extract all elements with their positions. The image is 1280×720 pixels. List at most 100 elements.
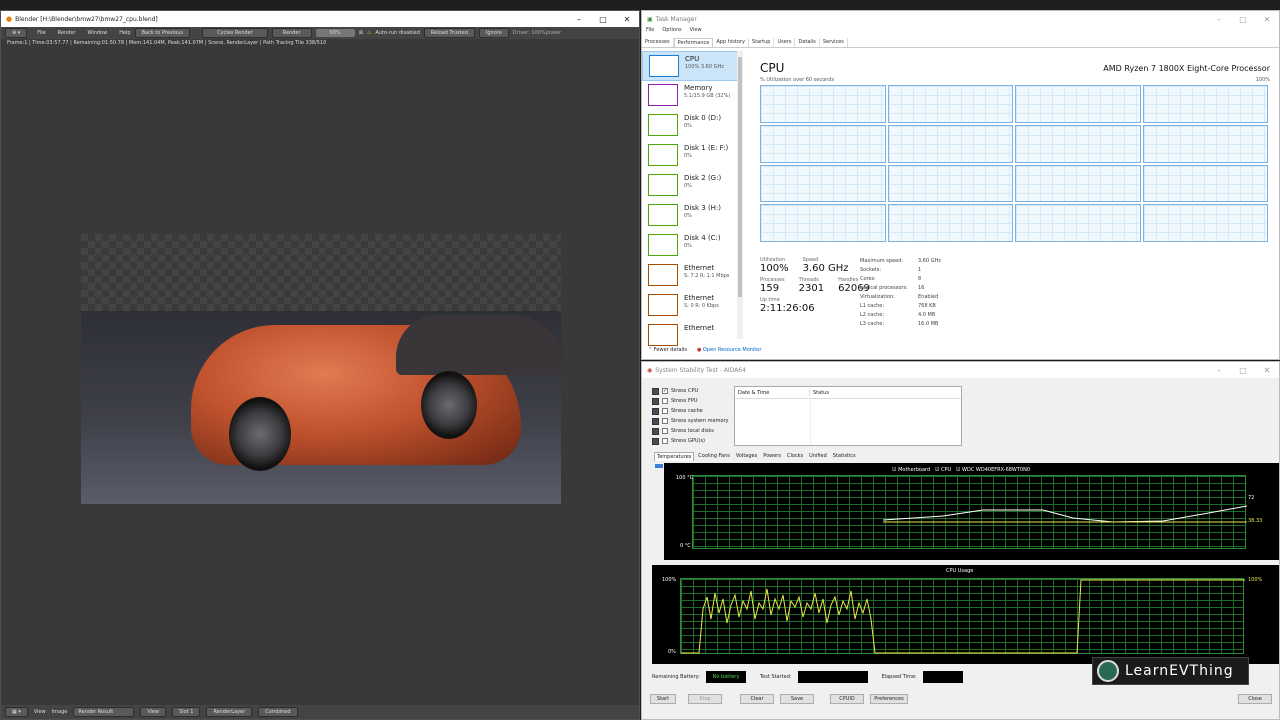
logical-processor-graph [760,204,886,242]
cpu-usage-line [681,579,1245,654]
render-layer-select[interactable]: RenderLayer [206,707,253,717]
close-icon[interactable]: ✕ [615,11,639,27]
maximize-icon[interactable]: □ [1231,11,1255,27]
processes-value: 159 [760,283,780,294]
tab-details[interactable]: Details [795,38,820,47]
menu-window[interactable]: Window [87,30,107,36]
taskmgr-titlebar[interactable]: ▣ Task Manager – □ ✕ [642,11,1279,27]
tab-users[interactable]: Users [774,38,796,47]
resource-item[interactable]: Disk 0 (D:) 0% [642,111,742,141]
blender-titlebar[interactable]: ● Blender [H:\Blender\bmw27\bmw27_cpu.bl… [1,11,639,27]
sensor-tab[interactable]: Unified [807,452,829,461]
stress-checkbox[interactable]: ✓ [662,388,668,394]
resource-item[interactable]: CPU 100% 3.60 GHz [642,51,742,81]
maximize-icon[interactable]: □ [591,11,615,27]
stress-checkbox[interactable] [662,418,668,424]
sensor-tab[interactable]: Clocks [785,452,805,461]
tab-startup[interactable]: Startup [749,38,775,47]
menu-view[interactable]: View [34,709,46,715]
menu-view[interactable]: View [690,27,702,33]
resource-scrollbar[interactable] [737,51,743,339]
stress-option[interactable]: ✓ Stress CPU [652,386,729,396]
logical-processor-grid[interactable] [760,85,1268,242]
close-icon[interactable]: ✕ [1255,362,1279,378]
legend-motherboard-check[interactable]: ☑ [892,467,896,473]
autorun-warning: Auto-run disabled [375,30,420,36]
editor-type-icon[interactable]: ⊕ ▾ [5,28,28,38]
ignore-button[interactable]: Ignore [478,28,509,38]
reload-trusted-button[interactable]: Reload Trusted [423,28,475,38]
menu-help[interactable]: Help [119,30,130,36]
resource-item[interactable]: Ethernet S: 0 R: 0 Kbps [642,291,742,321]
logical-processor-graph [1015,124,1141,163]
minimize-icon[interactable]: – [1207,362,1231,378]
stress-label: Stress local disks [671,428,714,434]
legend-cpu-check[interactable]: ☑ [935,467,939,473]
resource-name: Memory [684,84,713,92]
sensor-tab[interactable]: Voltages [734,452,759,461]
tab-performance[interactable]: Performance [673,38,714,47]
resource-item[interactable]: Disk 3 (H:) 0% [642,201,742,231]
pass-select[interactable]: Combined [258,707,298,717]
minimize-icon[interactable]: – [1207,11,1231,27]
stress-option[interactable]: Stress local disks [652,426,729,436]
menu-options[interactable]: Options [662,27,681,33]
stress-option[interactable]: Stress cache [652,406,729,416]
resource-item[interactable]: Disk 4 (C:) 0% [642,231,742,261]
start-button[interactable]: Start [650,694,676,704]
cancel-render-icon[interactable]: ⊠ [359,30,363,36]
tab-services[interactable]: Services [820,38,848,47]
save-button[interactable]: Save [780,694,814,704]
slot-select[interactable]: Slot 1 [172,707,201,717]
col-date-time[interactable]: Date & Time [735,389,810,396]
col-status[interactable]: Status [810,390,829,396]
menu-image[interactable]: Image [52,709,68,715]
tab-processes[interactable]: Processes [642,38,674,47]
stress-label: Stress GPU(s) [671,438,706,444]
tab-app-history[interactable]: App history [713,38,749,47]
legend-hdd-check[interactable]: ☑ [956,467,960,473]
aida-titlebar[interactable]: ◉ System Stability Test - AIDA64 – □ ✕ [642,362,1279,378]
stress-option[interactable]: Stress GPU(s) [652,436,729,446]
view-select[interactable]: View [140,707,167,717]
temp-scrollbar[interactable] [654,463,664,560]
resource-item[interactable]: Disk 1 (E: F:) 0% [642,141,742,171]
menu-file[interactable]: File [646,27,654,33]
cpuid-button[interactable]: CPUID [830,694,864,704]
stress-checkbox[interactable] [662,408,668,414]
sensor-tab[interactable]: Statistics [831,452,858,461]
logical-processor-graph [1142,85,1268,123]
stress-checkbox[interactable] [662,398,668,404]
render-engine-select[interactable]: Cycles Render [202,28,268,38]
taskmgr-menubar: File Options View [646,27,702,33]
stress-device-icon [652,387,659,395]
render-button[interactable]: Render [271,28,312,38]
sensor-tab[interactable]: Powers [761,452,783,461]
stress-option[interactable]: Stress system memory [652,416,729,426]
minimize-icon[interactable]: – [567,11,591,27]
resource-item[interactable]: Ethernet S: 7.2 R: 1.1 Mbps [642,261,742,291]
stress-checkbox[interactable] [662,428,668,434]
clear-button[interactable]: Clear [740,694,774,704]
back-to-previous-button[interactable]: Back to Previous [134,28,191,38]
close-button[interactable]: Close [1238,694,1272,704]
stress-checkbox[interactable] [662,438,668,444]
image-editor-icon[interactable]: ▦ ▾ [5,707,28,717]
image-browse-select[interactable]: Render Result [73,707,135,717]
resource-name: Disk 2 (G:) [684,174,722,182]
stop-button[interactable]: Stop [688,694,722,704]
resource-item[interactable]: Disk 2 (G:) 0% [642,171,742,201]
stress-option[interactable]: Stress FPU [652,396,729,406]
battery-label: Remaining Battery: [652,674,700,680]
sensor-tab[interactable]: Cooling Fans [696,452,732,461]
preferences-button[interactable]: Preferences [870,694,908,704]
close-icon[interactable]: ✕ [1255,11,1279,27]
menu-render[interactable]: Render [58,30,76,36]
render-result-image[interactable] [81,234,566,504]
sensor-tab[interactable]: Temperatures [654,452,695,461]
menu-file[interactable]: File [37,30,45,36]
resource-item[interactable]: Memory 5.1/15.9 GB (32%) [642,81,742,111]
maximize-icon[interactable]: □ [1231,362,1255,378]
fewer-details-link[interactable]: ⌃ Fewer details [648,347,687,353]
open-resource-monitor-link[interactable]: ● Open Resource Monitor [697,347,761,353]
